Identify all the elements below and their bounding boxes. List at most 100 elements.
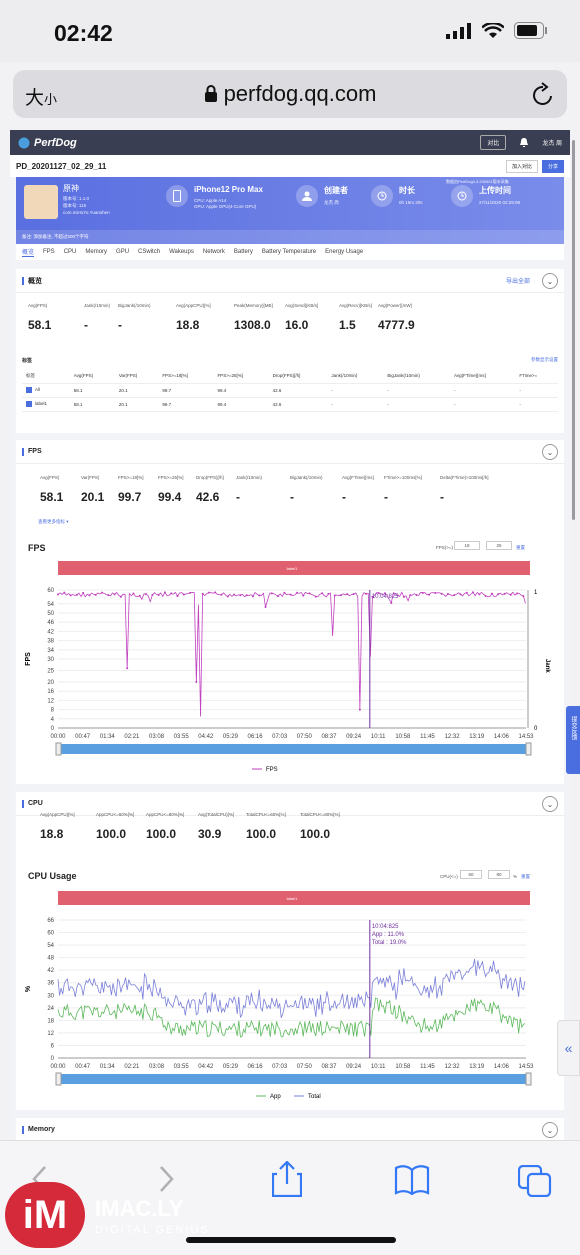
x-tick-label: 14:53 <box>518 734 534 740</box>
fps-threshold-input-1[interactable]: 18 <box>454 541 480 550</box>
table-cell: - <box>515 383 558 398</box>
x-tick-label: 08:37 <box>321 734 337 740</box>
tab-energy-usage[interactable]: Energy Usage <box>325 249 363 255</box>
tab-overview[interactable]: 概览 <box>22 247 35 257</box>
x-tick-label: 00:00 <box>50 734 66 740</box>
x-tick-label: 07:03 <box>272 734 288 740</box>
slider-handle-right[interactable] <box>525 742 532 756</box>
param-settings-link[interactable]: 参数显示设置 <box>531 357 558 363</box>
table-header-cell[interactable]: FPS>=18[%] <box>158 369 214 384</box>
fps-point <box>472 591 475 594</box>
tab-cswitch[interactable]: CSwitch <box>138 249 160 255</box>
fps-point <box>446 592 449 595</box>
fps-point <box>88 594 91 597</box>
cpu-chart[interactable]: label1 0 6 12 18 24 30 36 42 48 54 60 66 00:00 00:47 01… <box>16 882 564 1108</box>
table-header-cell[interactable]: 标签 <box>22 369 70 384</box>
x-tick-label: 13:19 <box>469 1064 485 1070</box>
stat-7: Avg(Power)[mW] 4777.9 <box>378 303 415 332</box>
share-icon[interactable] <box>272 1161 302 1197</box>
tab-gpu[interactable]: GPU <box>116 249 129 255</box>
table-header-cell[interactable]: Avg(FTime)[ms] <box>449 369 516 384</box>
chevron-down-icon[interactable]: ⌄ <box>542 796 558 812</box>
export-all-link[interactable]: 导出全部 <box>506 276 530 285</box>
cpu-reset-button[interactable]: 重置 <box>521 874 530 880</box>
table-header-cell[interactable]: Drop(FPS)[/h] <box>268 369 328 384</box>
tab-wakeups[interactable]: Wakeups <box>169 249 194 255</box>
checkbox-icon[interactable] <box>26 401 32 407</box>
forward-icon[interactable] <box>156 1165 176 1193</box>
fps-chart[interactable]: label104812162025303438424650546000:00 00… <box>16 554 564 784</box>
tabs-icon[interactable] <box>518 1165 552 1197</box>
user-name[interactable]: 龙杰 周 <box>542 138 562 147</box>
table-header-cell[interactable]: FPS>=25[%] <box>213 369 269 384</box>
fps-threshold-input-2[interactable]: 25 <box>486 541 512 550</box>
compare-button[interactable]: 对比 <box>480 135 507 150</box>
time-range-slider[interactable] <box>58 1074 530 1084</box>
stat-label: Avg(AppCPU)[%] <box>40 812 75 817</box>
chevron-down-icon[interactable]: ⌄ <box>542 1122 558 1138</box>
signal-icon <box>446 22 471 39</box>
more-metrics-link[interactable]: 查看更多指标 ▾ <box>38 519 69 525</box>
report-note[interactable]: 备注: 添加备注, 不超过200个字符 <box>16 230 564 244</box>
tab-battery-temperature[interactable]: Battery Temperature <box>262 249 316 255</box>
tab-cpu[interactable]: CPU <box>64 249 77 255</box>
feedback-side-button[interactable]: 提交反馈 <box>566 706 580 774</box>
x-tick-label: 07:50 <box>297 1064 313 1070</box>
stat-5: Jank(/10min) - <box>236 475 262 504</box>
chevron-down-icon[interactable]: ⌄ <box>542 273 558 289</box>
slider-handle-left[interactable] <box>55 742 62 756</box>
perfdog-logo-icon <box>18 137 30 148</box>
slider-handle-right[interactable] <box>525 1072 532 1086</box>
tab-battery[interactable]: Battery <box>234 249 253 255</box>
bookmarks-icon[interactable] <box>394 1165 430 1195</box>
table-header-cell[interactable]: FTime>= <box>515 369 558 384</box>
share-button[interactable]: 分享 <box>541 159 564 173</box>
table-cell: 99.7 <box>158 383 214 398</box>
table-row[interactable]: All 58.1 20.1 99.7 99.4 42.6- - - - <box>22 383 558 398</box>
slider-handle-left[interactable] <box>55 1072 62 1086</box>
bell-icon[interactable] <box>520 138 529 147</box>
stat-6: Avg(Recv)[KB/s] 1.5 <box>339 303 372 332</box>
chevron-down-icon[interactable]: ⌄ <box>542 444 558 460</box>
checkbox-icon[interactable] <box>26 387 32 393</box>
cursor-label: Total : 19.0% <box>372 940 407 946</box>
y-axis-label: % <box>25 985 32 992</box>
stat-label: Avg(AppCPU)[%] <box>176 303 211 308</box>
fps-point <box>113 593 116 596</box>
y-tick-label: 66 <box>47 918 54 924</box>
x-tick-label: 03:08 <box>149 734 165 740</box>
x-tick-label: 07:50 <box>297 734 313 740</box>
add-compare-button[interactable]: 加入对比 <box>505 159 538 173</box>
table-header-cell[interactable]: Avg(FPS) <box>69 369 115 384</box>
tab-memory[interactable]: Memory <box>85 249 107 255</box>
scrollbar[interactable] <box>572 140 575 520</box>
table-header-cell[interactable]: Jank(/10min) <box>327 369 384 384</box>
table-header-cell[interactable]: BigJank(/10min) <box>383 369 450 384</box>
tab-fps[interactable]: FPS <box>43 249 55 255</box>
legend-label[interactable]: App <box>270 1094 281 1100</box>
cpu-threshold-input-2[interactable]: 80 <box>488 870 510 879</box>
stat-label: Jank(/10min) <box>236 475 263 480</box>
table-row[interactable]: label1 58.1 20.1 99.7 99.4 42.6- - - - <box>22 397 558 412</box>
legend-label[interactable]: Total <box>308 1094 321 1100</box>
x-tick-label: 06:16 <box>248 734 264 740</box>
fps-point <box>415 594 418 597</box>
fps-point <box>459 593 462 596</box>
collapse-side-button[interactable]: « <box>557 1020 580 1076</box>
legend-label[interactable]: FPS <box>266 767 278 773</box>
fps-point <box>176 595 179 598</box>
table-header-cell[interactable]: Var(FPS) <box>114 369 159 384</box>
tab-network[interactable]: Network <box>203 249 225 255</box>
fps-point <box>358 708 361 711</box>
wifi-icon <box>482 22 504 38</box>
fps-point <box>63 591 66 594</box>
reload-icon[interactable] <box>531 81 555 107</box>
fps-reset-button[interactable]: 重置 <box>516 545 525 551</box>
cpu-threshold-input-1[interactable]: 60 <box>460 870 482 879</box>
stat-value: 18.8 <box>176 318 200 332</box>
time-range-slider[interactable] <box>58 744 530 754</box>
stat-value: - <box>84 318 88 332</box>
y2-tick-label: 1 <box>534 590 538 596</box>
address-bar[interactable]: 大小 perfdog.qq.com <box>13 70 567 118</box>
y-tick-label: 36 <box>47 981 54 987</box>
